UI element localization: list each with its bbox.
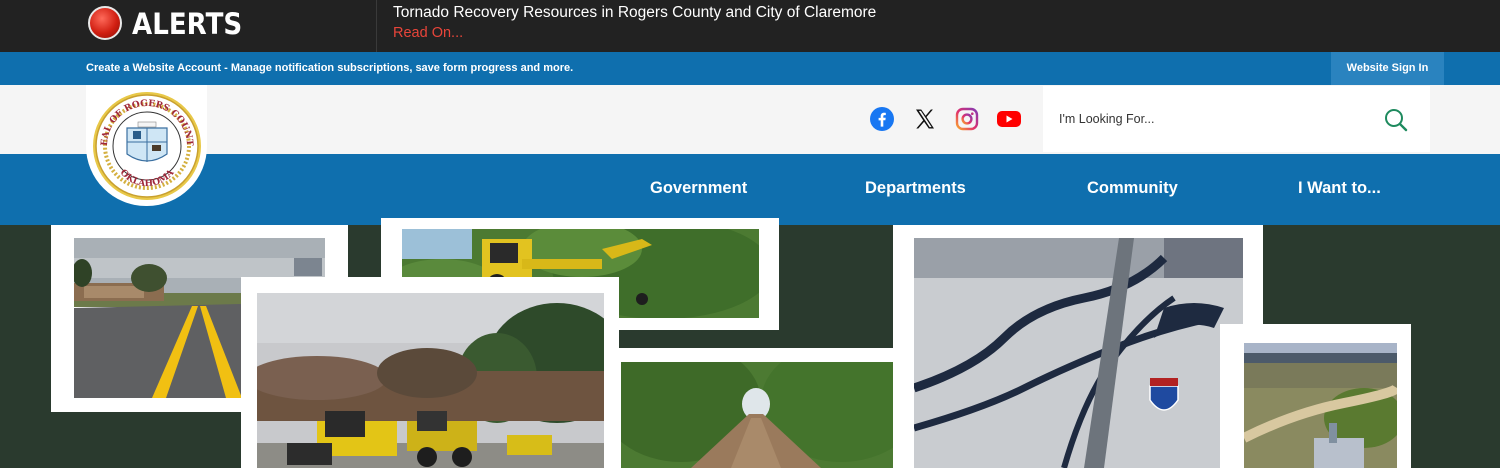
nav-item-government[interactable]: Government [650,179,747,198]
youtube-icon[interactable] [996,106,1022,132]
photo-road-equipment [241,277,619,468]
alert-message[interactable]: Tornado Recovery Resources in Rogers Cou… [393,4,876,22]
nav-item-community[interactable]: Community [1087,179,1178,198]
alert-icon [88,6,122,40]
alert-title: ALERTS [132,7,243,41]
website-sign-in-button[interactable]: Website Sign In [1331,52,1444,85]
county-seal-logo[interactable]: SEAL OF ROGERS COUNTY OKLAHOMA [86,85,207,206]
alert-header: ALERTS [0,0,377,52]
create-account-link[interactable]: Create a Website Account - Manage notifi… [86,62,573,74]
photo-aerial-construction [1220,324,1411,468]
facebook-icon[interactable] [869,106,895,132]
photo-floor-map [893,225,1263,468]
alert-bar: ALERTS Tornado Recovery Resources in Rog… [0,0,1500,52]
x-icon[interactable] [912,106,938,132]
search-icon[interactable] [1383,107,1409,133]
county-seal-icon: SEAL OF ROGERS COUNTY OKLAHOMA [91,90,201,200]
account-bar: Create a Website Account - Manage notifi… [0,52,1500,85]
nav-item-departments[interactable]: Departments [865,179,966,198]
main-nav: Government Departments Community I Want … [0,154,1500,225]
photo-dirt-road [619,348,895,468]
search-box [1043,86,1430,152]
instagram-icon[interactable] [954,106,980,132]
nav-item-i-want-to[interactable]: I Want to... [1298,179,1381,198]
alert-read-on-link[interactable]: Read On... [393,25,463,41]
search-input[interactable] [1059,108,1359,130]
